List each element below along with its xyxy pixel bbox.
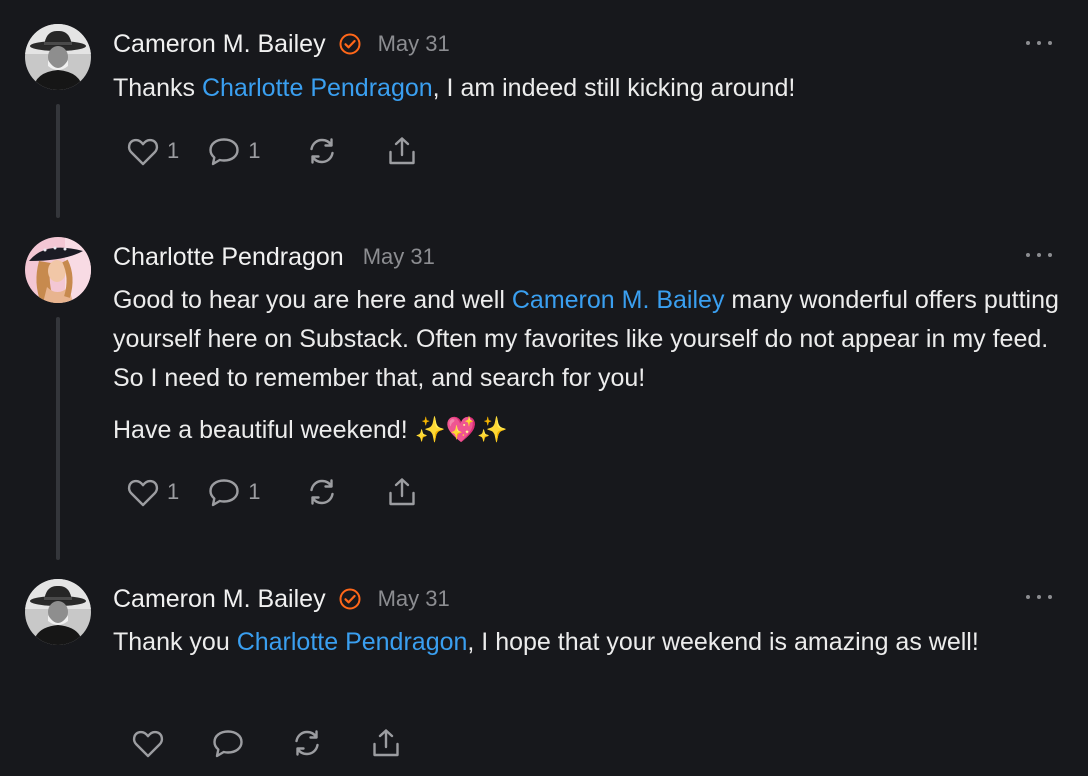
share-button[interactable] xyxy=(369,727,403,759)
verified-badge-icon xyxy=(338,587,362,611)
comment-bubble-icon xyxy=(213,730,243,758)
like-button[interactable] xyxy=(131,727,165,759)
comment-text: Thank you xyxy=(113,628,237,656)
comment-actions xyxy=(131,725,403,761)
reply-button[interactable] xyxy=(211,727,245,759)
comment: Cameron M. Bailey May 31 Thank you Charl… xyxy=(0,0,1088,776)
share-icon xyxy=(373,729,399,757)
mention-link[interactable]: Charlotte Pendragon xyxy=(237,628,468,656)
comment-header: Cameron M. Bailey May 31 xyxy=(113,584,450,614)
heart-icon xyxy=(132,730,164,758)
comment-text: , I hope that your weekend is amazing as… xyxy=(467,628,979,656)
comment-thread: Cameron M. Bailey May 31 Thanks Charlott… xyxy=(0,0,1088,776)
author-name[interactable]: Cameron M. Bailey xyxy=(113,585,326,614)
restack-button[interactable] xyxy=(290,727,324,759)
comment-date: May 31 xyxy=(377,586,450,611)
comment-paragraph: Thank you Charlotte Pendragon, I hope th… xyxy=(113,623,1063,662)
avatar[interactable] xyxy=(25,579,91,645)
comment-body: Thank you Charlotte Pendragon, I hope th… xyxy=(113,623,1063,662)
restack-icon xyxy=(295,730,319,756)
more-horizontal-icon[interactable] xyxy=(1026,592,1052,602)
